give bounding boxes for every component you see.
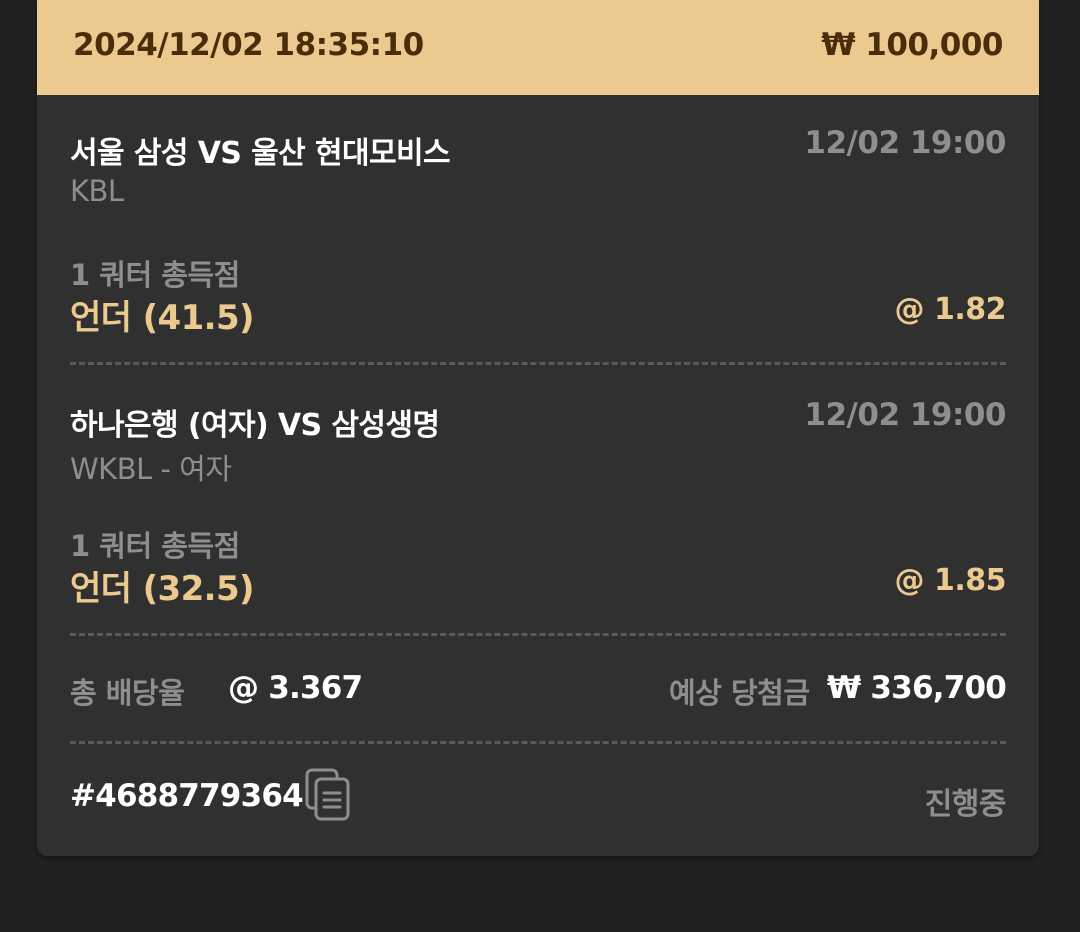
copy-icon[interactable] <box>305 768 351 822</box>
expected-win-value: ₩ 336,700 <box>827 670 1007 706</box>
bet-slip-card: 2024/12/02 18:35:10 ₩ 100,000 서울 삼성 VS 울… <box>37 0 1039 856</box>
match-league: KBL <box>70 174 124 208</box>
bet-pick: 언더 (41.5) <box>70 298 255 338</box>
bet-header: 2024/12/02 18:35:10 ₩ 100,000 <box>37 0 1039 95</box>
bet-market: 1 쿼터 총득점 <box>70 258 240 292</box>
bet-odds: @ 1.85 <box>894 563 1007 598</box>
total-odds-value: @ 3.367 <box>228 670 363 706</box>
divider <box>70 362 1006 365</box>
expected-win-label: 예상 당첨금 <box>669 676 810 710</box>
bet-odds: @ 1.82 <box>894 292 1007 327</box>
bet-status: 진행중 <box>924 787 1007 822</box>
match-kickoff: 12/02 19:00 <box>804 125 1006 161</box>
match-league: WKBL - 여자 <box>70 452 232 486</box>
bet-market: 1 쿼터 총득점 <box>70 529 240 563</box>
bet-placed-time: 2024/12/02 18:35:10 <box>73 27 424 63</box>
total-odds-label: 총 배당율 <box>70 676 185 710</box>
ticket-id: #4688779364 <box>70 778 304 814</box>
bet-stake: ₩ 100,000 <box>821 27 1003 63</box>
match-title: 서울 삼성 VS 울산 현대모비스 <box>70 136 451 171</box>
match-title: 하나은행 (여자) VS 삼성생명 <box>70 408 440 443</box>
match-kickoff: 12/02 19:00 <box>804 397 1006 433</box>
divider <box>70 633 1006 636</box>
divider <box>70 741 1006 744</box>
bet-pick: 언더 (32.5) <box>70 569 255 609</box>
